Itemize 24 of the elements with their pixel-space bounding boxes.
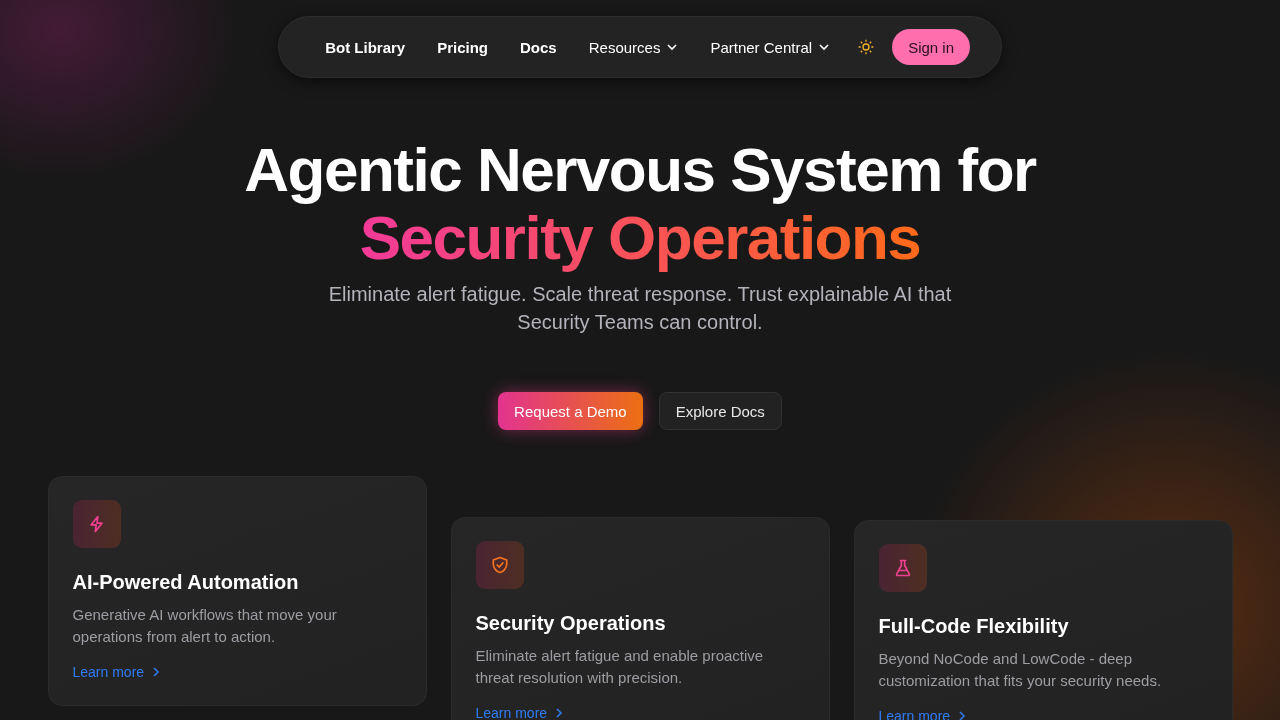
nav-dropdown[interactable]: Resources (588, 38, 679, 56)
card-description: Generative AI workflows that move your operations from alert to action. (72, 605, 338, 647)
nav-link[interactable]: Bot Library (325, 38, 406, 56)
chevron-down-icon (666, 41, 679, 53)
learn-more-link[interactable]: Learn more (72, 664, 161, 680)
chevron-right-icon (152, 667, 161, 677)
card-description: Eliminate alert fatigue and enable proactive threat resolution with precision. (475, 646, 765, 688)
nav-dropdown[interactable]: Partner Central (710, 38, 831, 56)
card-title: Security Operations (475, 611, 667, 636)
chevron-right-icon (958, 711, 967, 720)
nav-link[interactable]: Docs (520, 38, 557, 56)
card-title: AI-Powered Automation (72, 570, 300, 595)
explore-docs-button[interactable]: Explore Docs (658, 392, 782, 430)
sun-icon[interactable] (858, 39, 875, 55)
card-title: Full-Code Flexibility (878, 614, 1070, 639)
hero-title: Agentic Nervous System for (244, 136, 1036, 204)
request-demo-button[interactable]: Request a Demo (498, 392, 643, 430)
nav-link[interactable]: Pricing (437, 38, 488, 56)
learn-more-link[interactable]: Learn more (475, 705, 564, 720)
chevron-right-icon (555, 708, 564, 718)
sign-in-button[interactable]: Sign in (892, 29, 970, 65)
card-description: Beyond NoCode and LowCode - deep customization that fits your security needs. (878, 649, 1163, 691)
hero-subtitle: Eliminate alert fatigue. Scale threat response. Trust explainable AI that Security Teams can control. (327, 282, 953, 335)
chevron-down-icon (818, 41, 831, 53)
